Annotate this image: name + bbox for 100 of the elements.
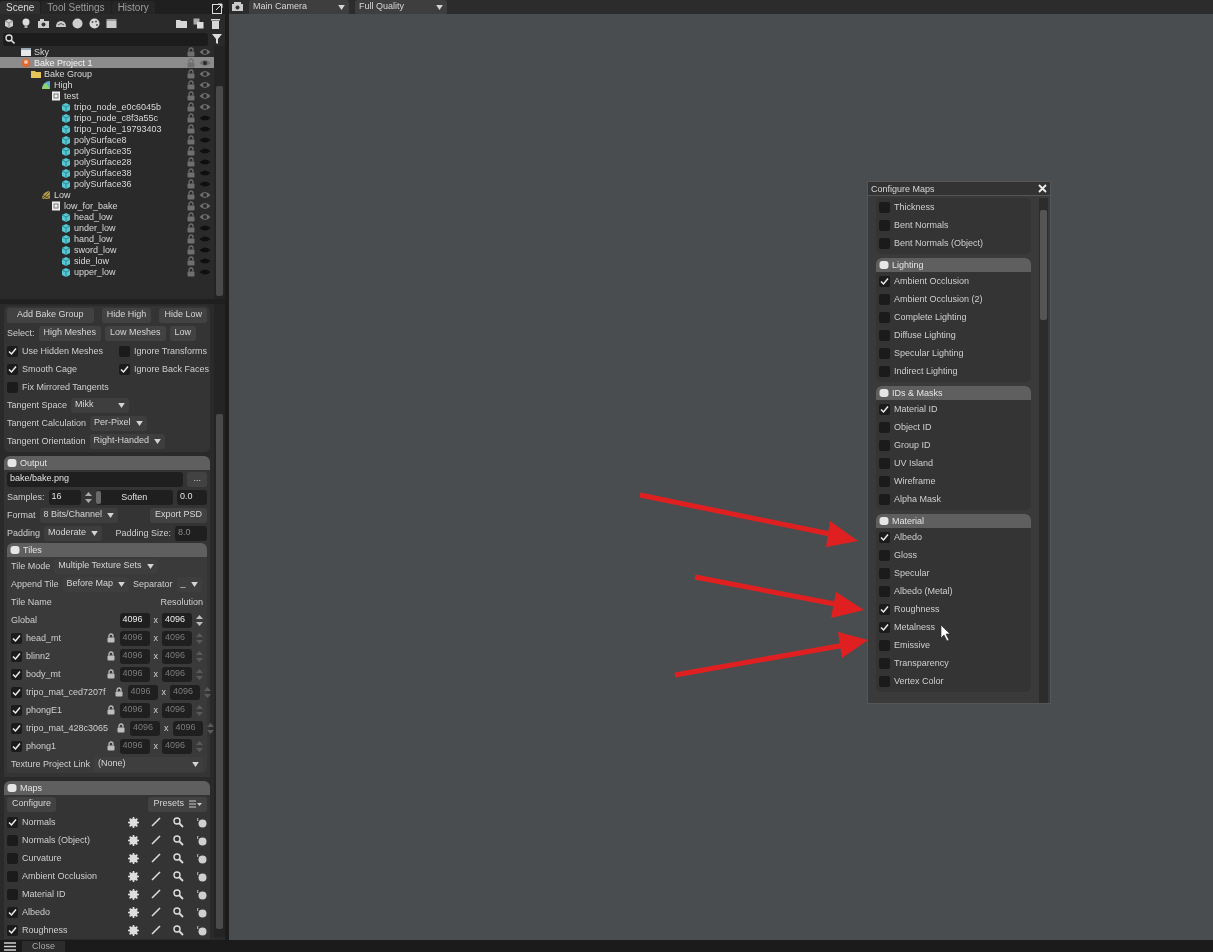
search-icon[interactable] [173,888,184,900]
tree-row[interactable]: under_low [0,222,214,233]
lock-icon[interactable] [186,134,196,145]
cube-icon[interactable] [4,17,15,29]
height-field[interactable]: 4096 [162,648,192,664]
configure-button[interactable]: Configure [7,796,57,812]
checkbox[interactable] [11,668,22,680]
section-toggle-icon[interactable] [879,516,889,526]
checkbox[interactable] [879,531,890,543]
lock-icon[interactable] [186,101,196,112]
lock-icon[interactable] [186,90,196,101]
lock-icon[interactable] [116,723,127,733]
lock-icon[interactable] [105,669,116,679]
section-toggle-icon[interactable] [879,388,889,398]
lock-icon[interactable] [105,633,116,643]
eye-icon[interactable] [199,57,211,68]
lock-icon[interactable] [186,68,196,79]
checkbox[interactable] [119,363,130,375]
checkbox[interactable] [879,329,890,341]
section-header[interactable]: Maps [4,781,210,795]
lock-icon[interactable] [186,222,196,233]
checkbox[interactable] [879,439,890,451]
tree-row[interactable]: polySurface8 [0,134,214,145]
export-button[interactable]: Export PSD [149,507,207,523]
height-field[interactable]: 4096 [162,738,192,754]
sphere-icon[interactable] [72,17,83,29]
append-tile-dropdown[interactable]: Before Map [62,576,130,592]
settings-icon[interactable] [128,924,139,936]
checkbox[interactable] [7,363,18,375]
palette-icon[interactable] [89,17,100,29]
tree-row[interactable]: tripo_node_19793403 [0,123,214,134]
tree-row[interactable]: sword_low [0,244,214,255]
checkbox[interactable] [11,686,22,698]
tree-row[interactable]: low_for_bake [0,200,214,211]
soften-slider[interactable]: Soften [95,489,173,505]
tree-row[interactable]: High [0,79,214,90]
checkbox[interactable] [879,585,890,597]
height-field[interactable]: 4096 [162,702,192,718]
file-path-field[interactable]: bake/bake.png [7,471,184,487]
height-field[interactable]: 4096 [162,666,192,682]
scrollbar[interactable] [1039,198,1048,703]
clapperboard-icon[interactable] [106,17,117,29]
search-icon[interactable] [173,906,184,918]
tree-row[interactable]: side_low [0,255,214,266]
settings-icon[interactable] [128,870,139,882]
lock-icon[interactable] [186,178,196,189]
toolbar-button[interactable]: Add Bake Group [7,307,94,323]
lock-icon[interactable] [113,687,124,697]
lock-icon[interactable] [186,112,196,123]
search-icon[interactable] [173,870,184,882]
lock-icon[interactable] [186,255,196,266]
tree-row[interactable]: head_low [0,211,214,222]
checkbox[interactable] [879,549,890,561]
checkbox[interactable] [11,722,22,734]
spinner-icon[interactable] [196,614,203,626]
soften-value-field[interactable]: 0.0 [177,489,207,505]
lock-icon[interactable] [186,167,196,178]
checkbox[interactable] [7,888,18,900]
slider-thumb[interactable] [95,490,101,504]
checkbox[interactable] [7,816,18,828]
width-field[interactable]: 4096 [119,666,150,682]
select-button[interactable]: High Meshes [38,325,102,341]
lock-icon[interactable] [105,741,116,751]
search-icon[interactable] [173,816,184,828]
lock-icon[interactable] [186,145,196,156]
checkbox[interactable] [879,475,890,487]
lock-icon[interactable] [186,233,196,244]
checkbox[interactable] [879,293,890,305]
settings-icon[interactable] [128,816,139,828]
lock-icon[interactable] [186,156,196,167]
dropdown[interactable]: Mikk [71,397,130,413]
height-field[interactable]: 4096 [162,612,192,628]
checkbox[interactable] [7,906,18,918]
search-field[interactable] [3,32,208,46]
checkbox[interactable] [7,381,18,393]
checkbox[interactable] [7,834,18,846]
search-icon[interactable] [173,834,184,846]
eye-icon[interactable] [199,90,211,101]
checkbox[interactable] [879,365,890,377]
sphere-icon[interactable] [196,924,207,936]
checkbox[interactable] [879,311,890,323]
sphere-icon[interactable] [196,852,207,864]
tree-row[interactable]: test [0,90,214,101]
sphere-icon[interactable] [196,834,207,846]
eye-icon[interactable] [199,200,211,211]
sphere-icon[interactable] [196,906,207,918]
section-toggle-icon[interactable] [7,458,17,468]
width-field[interactable]: 4096 [130,720,161,736]
lock-icon[interactable] [186,79,196,90]
sphere-icon[interactable] [196,870,207,882]
eye-icon[interactable] [199,68,211,79]
sphere-icon[interactable] [196,888,207,900]
settings-icon[interactable] [128,888,139,900]
checkbox[interactable] [119,345,130,357]
checkbox[interactable] [879,275,890,287]
tree-row[interactable]: Bake Group [0,68,214,79]
checkbox[interactable] [879,219,890,231]
project-link-dropdown[interactable]: (None) [94,756,203,772]
checkbox[interactable] [7,870,18,882]
checkbox[interactable] [11,740,22,752]
